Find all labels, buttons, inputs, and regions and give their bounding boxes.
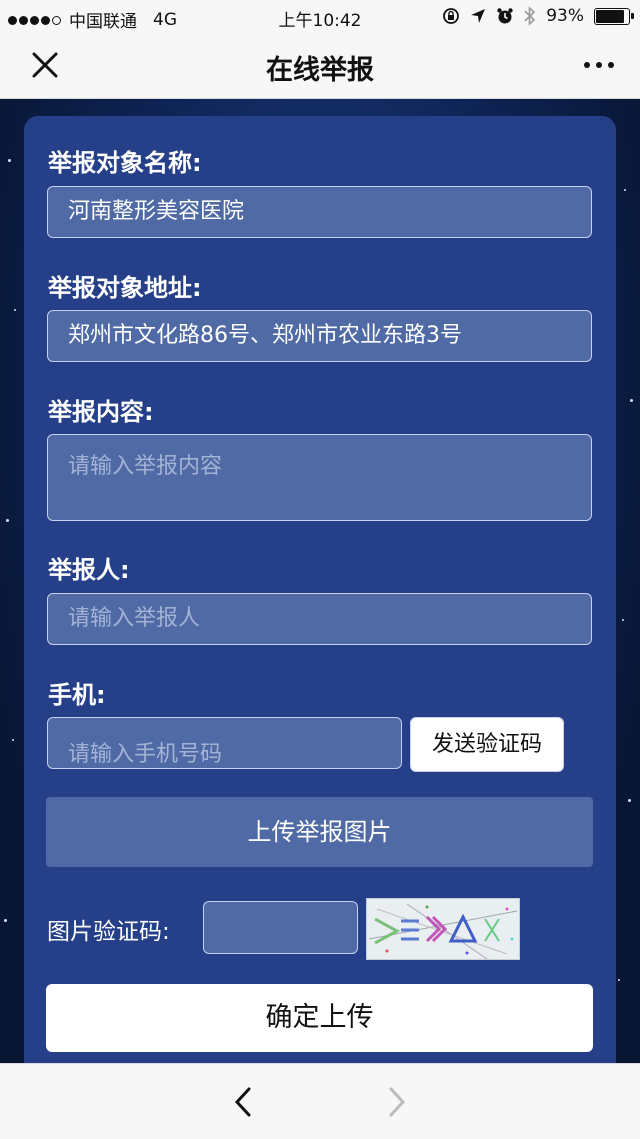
phone-field[interactable]: 请输入手机号码 [47, 717, 402, 769]
more-icon[interactable] [584, 62, 614, 68]
content-label: 举报内容: [48, 398, 154, 426]
forward-arrow-icon[interactable] [386, 1086, 408, 1118]
reporter-placeholder: 请输入举报人 [68, 606, 201, 631]
location-icon [471, 9, 486, 23]
status-bar: 中国联通 4G 上午10:42 93% [0, 0, 640, 34]
submit-button[interactable]: 确定上传 [46, 984, 593, 1052]
target-address-label: 举报对象地址: [48, 274, 202, 302]
back-arrow-icon[interactable] [232, 1086, 254, 1118]
upload-image-button[interactable]: 上传举报图片 [46, 797, 593, 867]
alarm-icon [497, 8, 513, 24]
captcha-label: 图片验证码: [47, 919, 170, 945]
battery-percent: 93% [546, 6, 584, 26]
captcha-glyphs-icon [368, 903, 518, 959]
target-name-field[interactable]: 河南整形美容医院 [47, 186, 592, 238]
content-textarea[interactable]: 请输入举报内容 [47, 434, 592, 521]
target-name-label: 举报对象名称: [48, 149, 202, 177]
rotation-lock-icon [443, 8, 460, 24]
reporter-field[interactable]: 请输入举报人 [47, 593, 592, 645]
battery-icon [594, 7, 634, 25]
send-code-button[interactable]: 发送验证码 [410, 717, 564, 772]
bottom-toolbar [0, 1063, 640, 1139]
target-address-field[interactable]: 郑州市文化路86号、郑州市农业东路3号 [47, 310, 592, 362]
phone-label: 手机: [48, 681, 106, 709]
reporter-label: 举报人: [48, 556, 130, 584]
captcha-image[interactable] [366, 898, 520, 960]
bluetooth-icon [524, 6, 536, 26]
page-title: 在线举报 [266, 55, 374, 86]
captcha-input[interactable] [203, 901, 358, 954]
nav-bar: 在线举报 [0, 34, 640, 99]
status-right: 93% [442, 6, 634, 26]
phone-placeholder: 请输入手机号码 [68, 742, 223, 767]
content-placeholder: 请输入举报内容 [68, 454, 223, 479]
